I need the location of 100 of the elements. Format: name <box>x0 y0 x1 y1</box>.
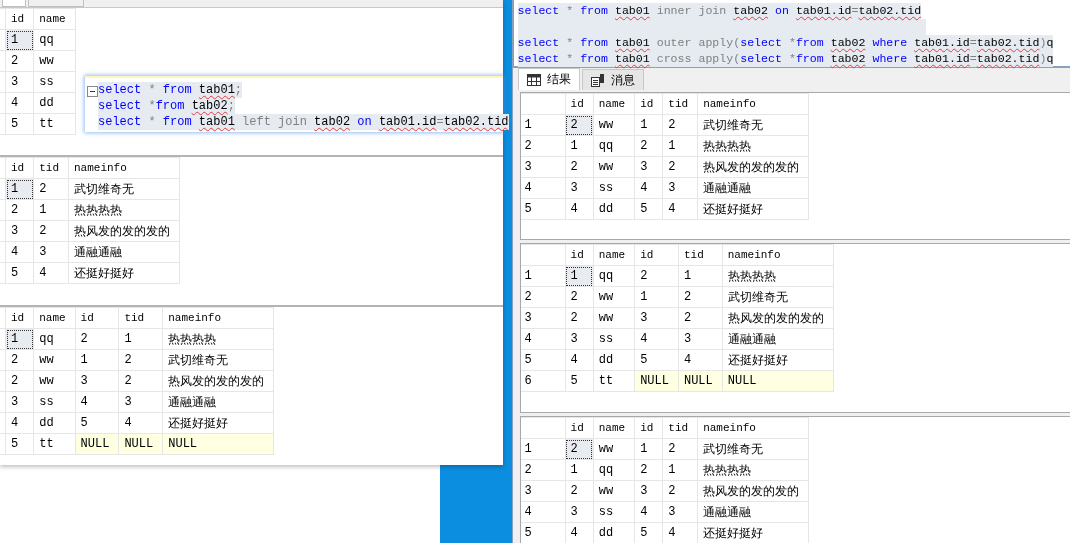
table-cell: 1 <box>662 459 698 481</box>
table-cell: tt <box>33 113 76 135</box>
column-header[interactable]: name <box>593 244 635 266</box>
column-header[interactable]: id <box>75 307 119 329</box>
table-cell: 2 <box>118 370 163 392</box>
column-header[interactable]: id <box>5 8 34 30</box>
table-cell: 1 <box>634 286 679 308</box>
table-cell: 2 <box>5 370 34 392</box>
table-cell: 还挺好挺好 <box>697 198 809 220</box>
column-header[interactable]: id <box>634 417 663 439</box>
table-cell: 3 <box>118 391 163 413</box>
table-cell: 4 <box>5 412 34 434</box>
row-number[interactable]: 1 <box>520 265 566 287</box>
table-cell: 1 <box>118 328 163 350</box>
table-cell: 2 <box>662 438 698 460</box>
table-cell: 热风发的发的发的 <box>697 480 809 502</box>
table-cell: ww <box>593 480 635 502</box>
column-header[interactable]: nameinfo <box>697 417 809 439</box>
table-cell: 2 <box>565 480 594 502</box>
table-cell: 3 <box>662 177 698 199</box>
table-cell: 2 <box>33 220 69 242</box>
table-cell: 1 <box>75 349 119 371</box>
column-header[interactable]: tid <box>118 307 163 329</box>
table-cell: 3 <box>33 241 69 263</box>
column-header[interactable]: id <box>5 307 34 329</box>
column-header[interactable]: name <box>33 307 76 329</box>
table-cell: 3 <box>5 391 34 413</box>
table-cell: 5 <box>5 113 34 135</box>
column-header[interactable]: id <box>634 244 679 266</box>
table-cell: 4 <box>5 241 34 263</box>
column-header[interactable]: tid <box>678 244 723 266</box>
column-header[interactable]: nameinfo <box>68 157 180 179</box>
table-cell: ww <box>33 50 76 72</box>
table-cell: dd <box>593 198 635 220</box>
table-cell: 热热热热 <box>162 328 274 350</box>
table-cell: 4 <box>118 412 163 434</box>
table-cell: 3 <box>634 480 663 502</box>
row-number[interactable]: 3 <box>520 307 566 329</box>
column-header[interactable]: nameinfo <box>722 244 834 266</box>
column-header[interactable]: nameinfo <box>697 93 809 115</box>
row-number[interactable]: 1 <box>520 438 566 460</box>
row-number[interactable]: 3 <box>520 156 566 178</box>
table-cell: 3 <box>678 328 723 350</box>
results-tab[interactable]: 结果 <box>517 68 580 90</box>
table-cell: 2 <box>634 459 663 481</box>
column-header[interactable]: id <box>565 93 594 115</box>
code-editor[interactable] <box>512 0 1070 68</box>
table-cell: 4 <box>634 328 679 350</box>
column-header[interactable]: name <box>593 93 635 115</box>
row-number[interactable]: 3 <box>520 480 566 502</box>
table-cell: 热风发的发的发的 <box>68 220 180 242</box>
row-number[interactable]: 2 <box>520 135 566 157</box>
column-header[interactable]: tid <box>662 93 698 115</box>
table-cell: 武切维奇无 <box>697 114 809 136</box>
column-header[interactable]: name <box>33 8 76 30</box>
row-number[interactable]: 5 <box>520 349 566 371</box>
row-number[interactable]: 4 <box>520 328 566 350</box>
results-tab[interactable]: 消息 <box>581 69 644 90</box>
table-cell: 还挺好挺好 <box>162 412 274 434</box>
table-cell: 1 <box>33 199 69 221</box>
table-cell: ss <box>593 177 635 199</box>
table-cell: 武切维奇无 <box>722 286 834 308</box>
table-cell: 3 <box>634 156 663 178</box>
column-header[interactable]: id <box>5 157 34 179</box>
table-cell: qq <box>33 29 76 51</box>
table-cell: ww <box>593 114 635 136</box>
row-number[interactable]: 1 <box>520 114 566 136</box>
column-header[interactable]: nameinfo <box>162 307 274 329</box>
table-cell: 1 <box>634 114 663 136</box>
table-cell: ss <box>33 71 76 93</box>
table-cell: ww <box>33 349 76 371</box>
row-number[interactable]: 4 <box>520 177 566 199</box>
table-cell: 4 <box>634 177 663 199</box>
collapse-icon[interactable] <box>87 86 98 97</box>
document-icon <box>590 73 605 87</box>
row-number[interactable]: 6 <box>520 370 566 392</box>
column-header[interactable]: tid <box>662 417 698 439</box>
table-cell: 1 <box>565 459 594 481</box>
column-header[interactable]: name <box>593 417 635 439</box>
table-cell: 2 <box>565 156 594 178</box>
table-cell: ss <box>593 328 635 350</box>
row-number[interactable]: 4 <box>520 501 566 523</box>
table-cell: tt <box>593 370 635 392</box>
table-cell: 2 <box>634 135 663 157</box>
column-header[interactable]: id <box>634 93 663 115</box>
table-cell: 2 <box>5 50 34 72</box>
table-cell: dd <box>33 412 76 434</box>
table-cell: 3 <box>565 501 594 523</box>
table-cell: ss <box>33 391 76 413</box>
column-header[interactable]: id <box>565 417 594 439</box>
table-cell: 2 <box>634 265 679 287</box>
row-number[interactable]: 5 <box>520 198 566 220</box>
row-number[interactable]: 2 <box>520 286 566 308</box>
table-cell: 热风发的发的发的 <box>697 156 809 178</box>
row-number[interactable]: 2 <box>520 459 566 481</box>
table-cell: 4 <box>565 349 594 371</box>
column-header[interactable]: tid <box>33 157 69 179</box>
table-cell: 4 <box>5 92 34 114</box>
column-header[interactable]: id <box>565 244 594 266</box>
table-cell: 热风发的发的发的 <box>162 370 274 392</box>
